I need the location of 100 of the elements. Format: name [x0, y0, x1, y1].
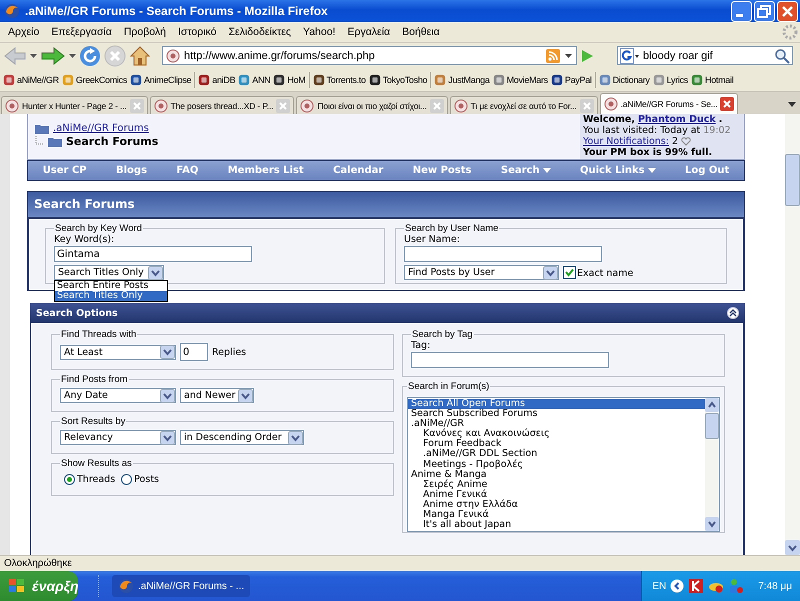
dropdown-option[interactable]: Search Titles Only: [55, 291, 167, 301]
search-field[interactable]: bloody roar gif: [617, 46, 793, 65]
browser-tab[interactable]: Τι με ενοχλεί σε αυτό το For...: [450, 96, 598, 114]
bookmark-item[interactable]: aniDB: [197, 74, 236, 86]
browser-tab[interactable]: .aNiMe//GR Forums - Se...: [600, 93, 738, 114]
bookmark-item[interactable]: Lyrics: [652, 74, 689, 86]
radio-button[interactable]: [64, 474, 75, 485]
reload-icon[interactable]: [79, 44, 101, 66]
bookmark-item[interactable]: JustManga: [433, 74, 491, 86]
scrollbar[interactable]: [785, 114, 800, 555]
menu-item[interactable]: Επεξεργασία: [45, 26, 118, 38]
menu-item[interactable]: Σελιδοδείκτες: [222, 26, 297, 38]
bookmark-item[interactable]: AnimeClipse: [129, 74, 192, 86]
menu-item[interactable]: Εργαλεία: [341, 26, 396, 38]
panel-title: Search Forums: [28, 192, 744, 217]
clock-text: 7:48 μμ: [758, 580, 792, 592]
menu-item[interactable]: Yahoo!: [296, 26, 342, 38]
taskbar-button[interactable]: .aNiMe//GR Forums - ...: [112, 575, 250, 597]
username-link[interactable]: Phantom Duck: [638, 114, 716, 125]
bookmark-item[interactable]: ANN: [237, 74, 272, 86]
forum-option[interactable]: It's all about Japan: [408, 520, 705, 530]
group-label: Search by Key Word: [54, 223, 143, 234]
tab-list-arrow-icon[interactable]: [788, 102, 796, 107]
forum-option[interactable]: .aNiMe//GR DDL Section: [408, 449, 705, 460]
bookmark-item[interactable]: Torrents.to: [312, 74, 367, 86]
forum-option[interactable]: Search Subscribed Forums: [408, 409, 705, 420]
windows-flag-icon: [8, 578, 26, 594]
forum-option[interactable]: Manga Γενικά: [408, 510, 705, 520]
forum-option[interactable]: Meetings - Προβολές: [408, 460, 705, 470]
dropdown[interactable]: At Least: [60, 344, 176, 360]
menu-item[interactable]: Αρχείο: [2, 26, 46, 38]
collapse-icon[interactable]: [727, 307, 739, 319]
scroll-down-icon[interactable]: [785, 540, 800, 555]
tag-field[interactable]: [411, 352, 609, 368]
dropdown-arrow-icon[interactable]: [30, 54, 37, 58]
minimize-icon[interactable]: [731, 0, 752, 22]
scrollbar[interactable]: [705, 398, 719, 531]
site-icon: [238, 74, 250, 86]
forum-option[interactable]: Anime στην Ελλάδα: [408, 500, 705, 510]
maximize-icon[interactable]: [754, 0, 775, 22]
bookmark-item[interactable]: PayPal: [550, 74, 593, 86]
close-icon[interactable]: [777, 0, 798, 22]
close-icon[interactable]: [720, 97, 734, 111]
address-field[interactable]: http://www.anime.gr/forums/search.php: [162, 46, 577, 65]
count-field[interactable]: 0: [180, 343, 208, 361]
checkbox[interactable]: [563, 266, 576, 279]
start-button[interactable]: έναρξη: [0, 571, 78, 601]
forum-option[interactable]: Search All Open Forums: [408, 399, 705, 410]
site-icon: [5, 98, 19, 112]
caret-icon: [288, 430, 303, 444]
group-label: Sort Results by: [60, 416, 126, 427]
radio-button[interactable]: [121, 474, 132, 485]
dropdown[interactable]: and Newer: [180, 388, 254, 403]
users-icon[interactable]: [728, 578, 744, 594]
unit-label: Replies: [212, 346, 246, 358]
search-engine-icon[interactable]: [620, 48, 640, 64]
notifications-link[interactable]: Your Notifications:: [583, 136, 669, 147]
caret-icon: [238, 388, 253, 402]
forum-option[interactable]: .aNiMe//GR: [408, 419, 705, 430]
forum-option[interactable]: Σειρές Anime: [408, 480, 705, 490]
scroll-thumb[interactable]: [705, 413, 719, 439]
menu-item[interactable]: Βοήθεια: [396, 26, 446, 38]
username-field[interactable]: [404, 246, 602, 262]
bookmark-item[interactable]: TokyoTosho: [368, 74, 428, 86]
forum-option[interactable]: Anime & Manga: [408, 470, 705, 480]
dropdown[interactable]: Find Posts by User: [404, 265, 559, 280]
site-icon: [598, 74, 611, 86]
bookmark-item[interactable]: Hotmail: [690, 74, 734, 86]
keyword-field[interactable]: Gintama: [54, 246, 252, 262]
home-icon[interactable]: [129, 44, 151, 66]
dropdown-option[interactable]: Search Entire Posts: [55, 281, 167, 291]
forum-option[interactable]: Κανόνες και Ανακοινώσεις: [408, 429, 705, 440]
antivirus-icon[interactable]: [688, 578, 704, 594]
menu-item[interactable]: Ιστορικό: [172, 26, 223, 38]
scroll-thumb[interactable]: [785, 154, 800, 206]
forward-arrow-icon[interactable]: [40, 44, 66, 66]
dropdown[interactable]: Any Date: [60, 388, 176, 403]
field-label: Tag:: [411, 340, 432, 351]
bookmark-item[interactable]: GreekComics: [60, 74, 128, 86]
dropdown[interactable]: in Descending Order: [180, 430, 304, 445]
dropdown-arrow-icon[interactable]: [69, 54, 76, 58]
site-icon: [492, 74, 505, 86]
browser-tab[interactable]: Ποιοι είναι οι πιο χαζοί στίχοι...: [296, 96, 448, 114]
caret-icon: [543, 266, 558, 280]
scroll-down-icon[interactable]: [705, 517, 719, 531]
breadcrumb-link[interactable]: .aNiMe//GR Forums: [53, 123, 149, 134]
browser-tab[interactable]: Hunter x Hunter - Page 2 - ...: [1, 96, 148, 114]
bookmark-item[interactable]: MovieMars: [492, 74, 549, 86]
search-icon[interactable]: [774, 48, 790, 64]
browser-tab[interactable]: The posers thread...XD - P...: [150, 96, 294, 114]
forum-option[interactable]: Forum Feedback: [408, 439, 705, 450]
bookmark-item[interactable]: Dictionary: [598, 74, 651, 86]
forum-option[interactable]: Anime Γενικά: [408, 490, 705, 500]
radio-label: Threads: [77, 474, 116, 485]
dropdown[interactable]: Relevancy: [60, 430, 176, 445]
bookmark-item[interactable]: aNiMe//GR: [2, 74, 60, 86]
scroll-up-icon[interactable]: [705, 398, 719, 412]
bookmark-item[interactable]: HoM: [272, 74, 306, 86]
menu-item[interactable]: Προβολή: [118, 26, 172, 38]
dropdown[interactable]: Search Titles Only: [54, 265, 164, 280]
